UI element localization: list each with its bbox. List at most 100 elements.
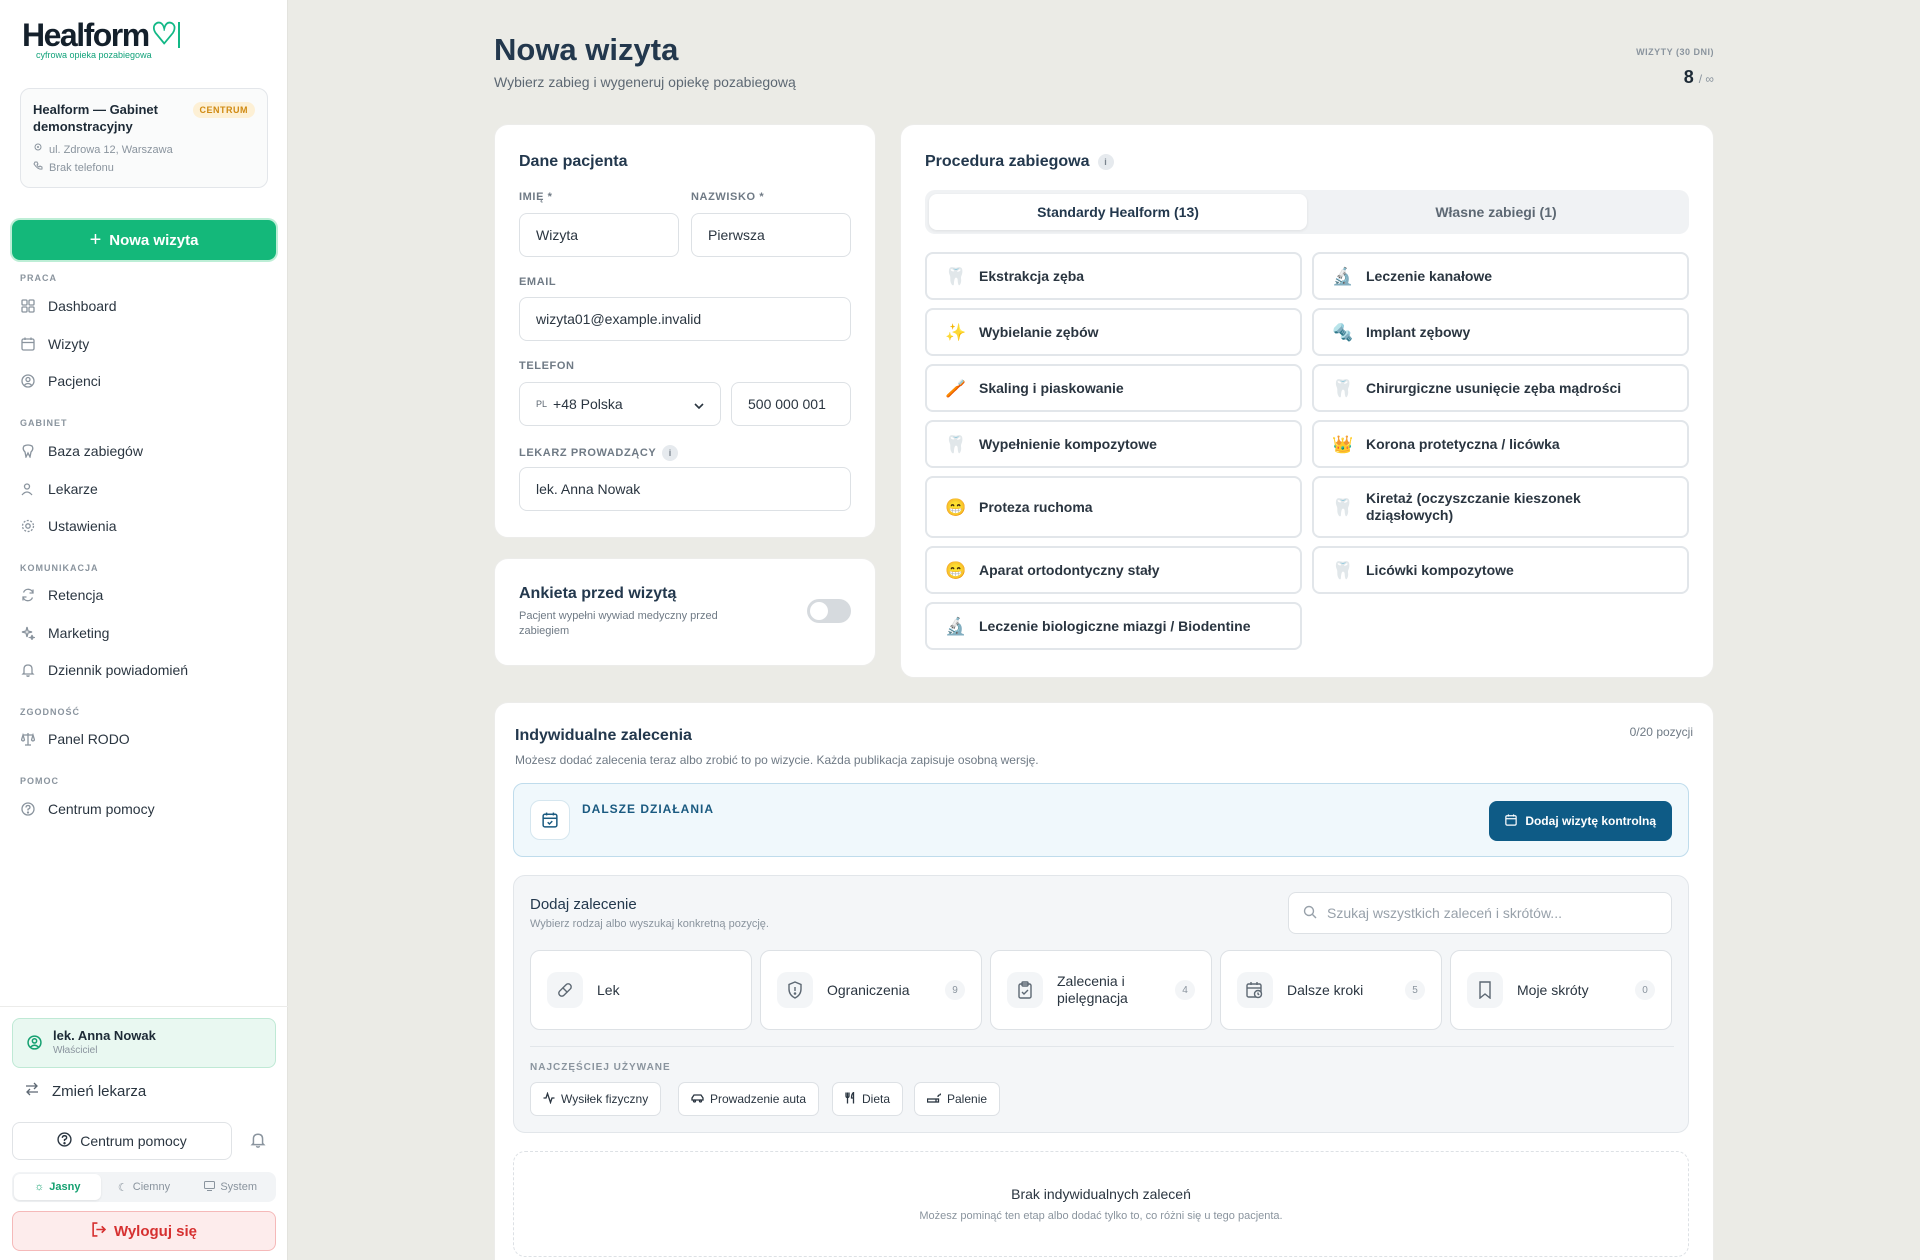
country-code-select[interactable]: PL +48 Polska bbox=[519, 382, 721, 426]
brand-logo[interactable]: Healform ♡ cyfrowa opieka pozabiegowa bbox=[22, 18, 181, 60]
procedure-item[interactable]: 🪥 Skaling i piaskowanie bbox=[925, 364, 1302, 412]
procedure-item[interactable]: 👑 Korona protetyczna / licówka bbox=[1312, 420, 1689, 468]
grid-icon bbox=[20, 298, 36, 314]
sidebar-item-centrum-pomocy[interactable]: Centrum pomocy bbox=[20, 794, 270, 824]
notifications-bell-icon[interactable] bbox=[250, 1132, 266, 1153]
sidebar-item-baza-zabiegow[interactable]: Baza zabiegów bbox=[20, 436, 270, 466]
procedure-emoji-icon: 👑 bbox=[1332, 434, 1354, 454]
current-user-card[interactable]: lek. Anna Nowak Właściciel bbox=[12, 1018, 276, 1068]
category-zalecenia-i-pielegnacja[interactable]: Zalecenia i pielęgnacja 4 bbox=[990, 950, 1212, 1030]
procedure-item[interactable]: 😁 Proteza ruchoma bbox=[925, 476, 1302, 538]
category-count: 5 bbox=[1405, 980, 1425, 1000]
theme-label: Jasny bbox=[49, 1181, 81, 1193]
sidebar-item-wizyty[interactable]: Wizyty bbox=[20, 329, 270, 359]
sidebar-item-marketing[interactable]: Marketing bbox=[20, 618, 270, 648]
category-count: 0 bbox=[1635, 980, 1655, 1000]
chip-label: Dieta bbox=[862, 1092, 891, 1106]
procedure-item[interactable]: ✨ Wybielanie zębów bbox=[925, 308, 1302, 356]
doctor-input[interactable]: lek. Anna Nowak bbox=[519, 467, 851, 511]
activity-icon bbox=[543, 1090, 555, 1107]
sidebar-item-label: Wizyty bbox=[48, 336, 90, 352]
sidebar-item-ustawienia[interactable]: Ustawienia bbox=[20, 511, 270, 541]
chip-dieta[interactable]: Dieta bbox=[832, 1082, 904, 1116]
phone-input[interactable]: 500 000 001 bbox=[731, 382, 851, 426]
survey-toggle[interactable] bbox=[807, 599, 851, 623]
procedure-item[interactable]: 🦷 Kiretaż (oczyszczanie kieszonek dziąsło… bbox=[1312, 476, 1689, 538]
procedure-item[interactable]: 🔩 Implant zębowy bbox=[1312, 308, 1689, 356]
chip-wysilek-fizyczny[interactable]: Wysiłek fizyczny bbox=[530, 1082, 662, 1116]
add-followup-visit-button[interactable]: Dodaj wizytę kontrolną bbox=[1489, 801, 1672, 841]
tab-custom-procedures[interactable]: Własne zabiegi (1) bbox=[1307, 194, 1685, 230]
procedure-item[interactable]: 🔬 Leczenie biologiczne miazgi / Biodentin… bbox=[925, 602, 1302, 650]
info-icon[interactable]: i bbox=[662, 445, 679, 461]
procedure-label: Chirurgiczne usunięcie zęba mądrości bbox=[1366, 379, 1622, 396]
procedure-item[interactable]: 🔬 Leczenie kanałowe bbox=[1312, 252, 1689, 300]
procedure-emoji-icon: 🦷 bbox=[1332, 560, 1354, 580]
gear-icon bbox=[20, 518, 36, 534]
chip-palenie[interactable]: Palenie bbox=[914, 1082, 1001, 1116]
calendar-icon bbox=[1505, 813, 1518, 829]
last-name-input[interactable]: Pierwsza bbox=[691, 213, 851, 257]
procedure-item[interactable]: 😁 Aparat ortodontyczny stały bbox=[925, 546, 1302, 594]
sidebar-divider bbox=[0, 1006, 288, 1007]
sidebar-item-label: Centrum pomocy bbox=[48, 801, 155, 817]
procedure-item[interactable]: 🦷 Wypełnienie kompozytowe bbox=[925, 420, 1302, 468]
sidebar-item-retencja[interactable]: Retencja bbox=[20, 580, 270, 610]
procedure-label: Ekstrakcja zęba bbox=[979, 267, 1085, 284]
scale-icon bbox=[20, 731, 36, 747]
theme-dark-button[interactable]: ☾ Ciemny bbox=[101, 1174, 188, 1200]
sun-icon: ☼ bbox=[34, 1181, 45, 1193]
sidebar-item-panel-rodo[interactable]: Panel RODO bbox=[20, 724, 270, 754]
procedure-label: Licówki kompozytowe bbox=[1366, 561, 1514, 578]
doctor-label-text: LEKARZ PROWADZĄCY bbox=[519, 447, 657, 459]
recommendation-search-input[interactable]: Szukaj wszystkich zaleceń i skrótów... bbox=[1288, 892, 1672, 934]
logout-button[interactable]: Wyloguj się bbox=[12, 1211, 276, 1251]
nav-section-praca: PRACA bbox=[20, 273, 58, 283]
category-dalsze-kroki[interactable]: Dalsze kroki 5 bbox=[1220, 950, 1442, 1030]
theme-light-button[interactable]: ☼ Jasny bbox=[14, 1174, 101, 1200]
procedure-item[interactable]: 🦷 Ekstrakcja zęba bbox=[925, 252, 1302, 300]
info-icon[interactable]: i bbox=[1097, 154, 1114, 170]
category-label: Moje skróty bbox=[1517, 982, 1589, 998]
procedure-label: Aparat ortodontyczny stały bbox=[979, 561, 1160, 578]
first-name-input[interactable]: Wizyta bbox=[519, 213, 679, 257]
country-code-value: +48 Polska bbox=[553, 396, 623, 412]
add-recommendation-panel: Dodaj zalecenie Wybierz rodzaj albo wysz… bbox=[513, 875, 1689, 1133]
patient-card-title: Dane pacjenta bbox=[519, 153, 628, 170]
sidebar-item-label: Dziennik powiadomień bbox=[48, 662, 189, 678]
sidebar-item-pacjenci[interactable]: Pacjenci bbox=[20, 366, 270, 396]
page-title: Nowa wizyta bbox=[494, 32, 679, 67]
switch-doctor-button[interactable]: Zmień lekarza bbox=[24, 1082, 146, 1100]
phone-icon bbox=[33, 161, 43, 174]
procedure-item[interactable]: 🦷 Chirurgiczne usunięcie zęba mądrości bbox=[1312, 364, 1689, 412]
category-lek[interactable]: Lek bbox=[530, 950, 752, 1030]
procedure-emoji-icon: 😁 bbox=[945, 560, 967, 580]
heart-icon: ♡ bbox=[150, 18, 178, 51]
empty-desc: Możesz pominąć ten etap albo dodać tylko… bbox=[919, 1210, 1283, 1222]
bell-icon bbox=[20, 662, 36, 678]
tab-standard-procedures[interactable]: Standardy Healform (13) bbox=[929, 194, 1307, 230]
shield-icon bbox=[777, 972, 813, 1008]
theme-system-button[interactable]: System bbox=[187, 1174, 274, 1200]
category-label: Dalsze kroki bbox=[1287, 982, 1364, 998]
email-input[interactable]: wizyta01@example.invalid bbox=[519, 297, 851, 341]
country-flag: PL bbox=[536, 399, 548, 409]
chip-prowadzenie-auta[interactable]: Prowadzenie auta bbox=[678, 1082, 820, 1116]
first-name-label: IMIĘ * bbox=[519, 191, 553, 203]
sidebar-item-dziennik-powiadomien[interactable]: Dziennik powiadomień bbox=[20, 655, 270, 685]
procedure-label: Leczenie biologiczne miazgi / Biodentine bbox=[979, 617, 1251, 634]
procedure-emoji-icon: 🔩 bbox=[1332, 322, 1354, 342]
new-visit-button[interactable]: + Nowa wizyta bbox=[12, 220, 276, 260]
clinic-card: Healform — Gabinet demonstracyjny CENTRU… bbox=[20, 88, 268, 188]
procedure-title: Procedura zabiegowa bbox=[925, 153, 1090, 170]
category-ograniczenia[interactable]: Ograniczenia 9 bbox=[760, 950, 982, 1030]
sidebar-item-label: Lekarze bbox=[48, 481, 98, 497]
sidebar-item-dashboard[interactable]: Dashboard bbox=[20, 291, 270, 321]
sidebar-item-label: Marketing bbox=[48, 625, 110, 641]
clinic-name: Healform — Gabinet demonstracyjny bbox=[33, 102, 158, 134]
procedure-item[interactable]: 🦷 Licówki kompozytowe bbox=[1312, 546, 1689, 594]
category-moje-skroty[interactable]: Moje skróty 0 bbox=[1450, 950, 1672, 1030]
user-role: Właściciel bbox=[53, 1045, 98, 1056]
help-center-button[interactable]: Centrum pomocy bbox=[12, 1122, 232, 1160]
sidebar-item-lekarze[interactable]: Lekarze bbox=[20, 474, 270, 504]
